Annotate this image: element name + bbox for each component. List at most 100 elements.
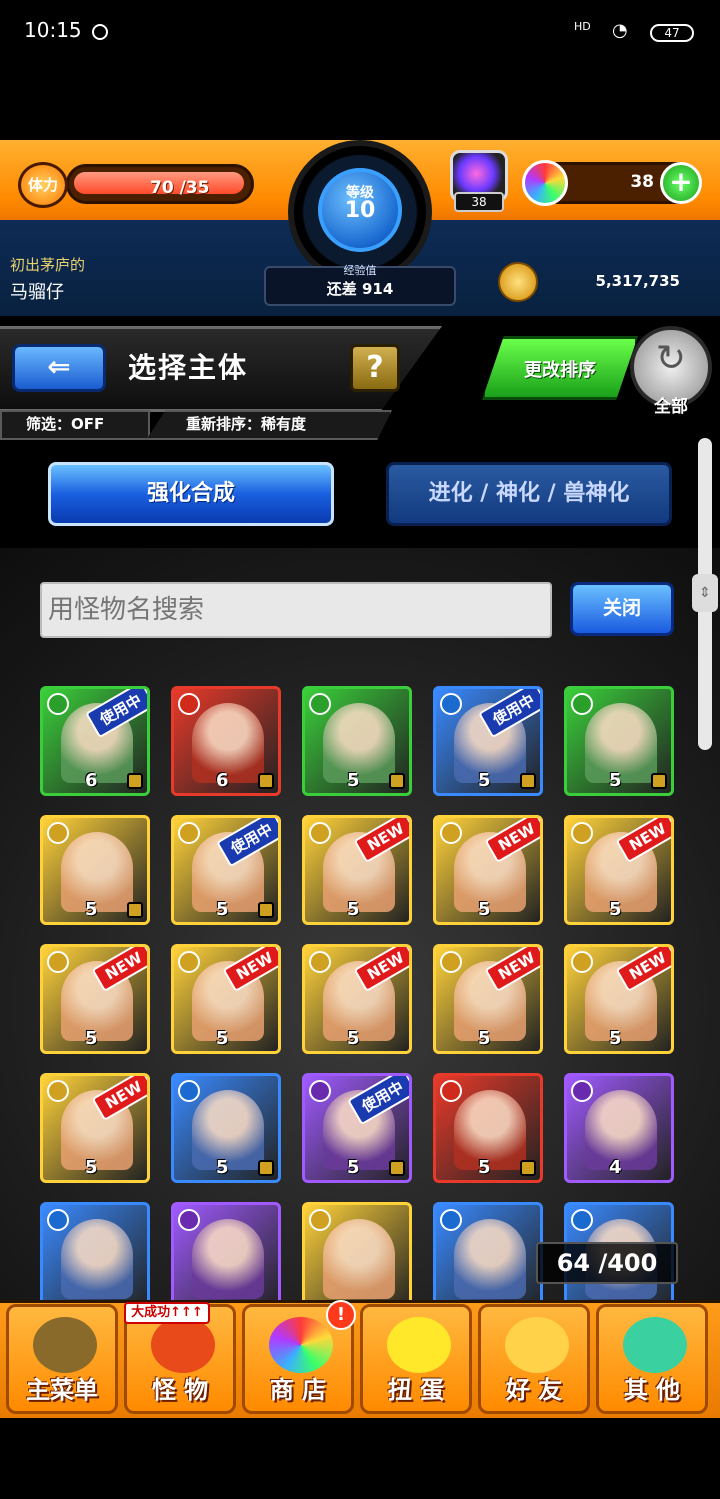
attribute-icon bbox=[571, 951, 593, 973]
monster-card[interactable]: 6 bbox=[171, 686, 281, 796]
page-title: 选择主体 bbox=[128, 351, 249, 384]
monster-card[interactable] bbox=[302, 1202, 412, 1312]
stamina-value: 70 /35 bbox=[150, 178, 210, 198]
monster-card[interactable]: 5 NEW bbox=[564, 944, 674, 1054]
player-name: 马骝仔 bbox=[10, 282, 64, 303]
chest-icon bbox=[33, 1317, 97, 1373]
tab-evolve[interactable]: 进化 / 神化 / 兽神化 bbox=[386, 462, 672, 526]
back-button[interactable]: ⇐ bbox=[12, 344, 106, 392]
attribute-icon bbox=[440, 1080, 462, 1102]
monster-card[interactable]: 5 bbox=[302, 686, 412, 796]
lock-icon bbox=[258, 902, 274, 918]
exp-value: 还差 914 bbox=[326, 280, 394, 298]
monster-level: 5 bbox=[85, 899, 98, 920]
monster-level: 5 bbox=[478, 770, 491, 791]
monster-portrait bbox=[61, 1219, 133, 1299]
monster-card[interactable]: 5 使用中 bbox=[433, 686, 543, 796]
sort-label: 重新排序：稀有度 bbox=[186, 415, 307, 433]
monster-card[interactable]: 5 NEW bbox=[433, 815, 543, 925]
monster-level: 5 bbox=[347, 770, 360, 791]
refresh-icon: ↻ bbox=[655, 338, 687, 379]
status-time: 10:15 bbox=[24, 18, 82, 42]
attribute-icon bbox=[571, 822, 593, 844]
monster-level: 5 bbox=[609, 770, 622, 791]
battery-indicator: 47 bbox=[650, 24, 694, 42]
monster-level: 5 bbox=[478, 899, 491, 920]
nav-label: 怪 物 bbox=[151, 1376, 209, 1404]
monster-card[interactable]: 5 bbox=[564, 686, 674, 796]
attribute-icon bbox=[571, 693, 593, 715]
alarm-clock-icon bbox=[92, 24, 108, 40]
show-all-label: 全部 bbox=[654, 397, 688, 417]
orb-count: 38 bbox=[630, 172, 654, 192]
monster-card[interactable]: 6 使用中 bbox=[40, 686, 150, 796]
monster-level: 5 bbox=[216, 1157, 229, 1178]
attribute-icon bbox=[309, 951, 331, 973]
attribute-icon bbox=[47, 1080, 69, 1102]
question-icon bbox=[623, 1317, 687, 1373]
monster-level: 5 bbox=[216, 1028, 229, 1049]
box-count: 64 /400 bbox=[536, 1242, 678, 1284]
wifi-icon: ◔ bbox=[612, 20, 628, 41]
egg-icon bbox=[387, 1317, 451, 1373]
monster-card[interactable]: 5 使用中 bbox=[171, 815, 281, 925]
change-sort-label: 更改排序 bbox=[524, 360, 596, 381]
monster-card[interactable]: 5 使用中 bbox=[302, 1073, 412, 1183]
monster-card[interactable]: 5 NEW bbox=[433, 944, 543, 1054]
attribute-icon bbox=[440, 1209, 462, 1231]
nav-item-5[interactable]: 其 他 bbox=[596, 1304, 708, 1414]
monster-level: 5 bbox=[609, 899, 622, 920]
monster-card[interactable]: 5 NEW bbox=[40, 1073, 150, 1183]
attribute-icon bbox=[440, 693, 462, 715]
tab-enhance[interactable]: 强化合成 bbox=[48, 462, 334, 526]
monster-level: 5 bbox=[609, 1028, 622, 1049]
shop-alert-badge: ! bbox=[326, 1300, 356, 1330]
help-button[interactable]: ? bbox=[350, 344, 400, 392]
add-orb-button[interactable]: + bbox=[660, 162, 702, 204]
monster-level: 5 bbox=[85, 1028, 98, 1049]
monster-card[interactable]: 5 bbox=[433, 1073, 543, 1183]
player-title: 初出茅庐的 bbox=[10, 256, 86, 274]
nav-item-3[interactable]: 扭 蛋 bbox=[360, 1304, 472, 1414]
monster-card[interactable]: 5 NEW bbox=[564, 815, 674, 925]
monster-level: 5 bbox=[347, 899, 360, 920]
lock-icon bbox=[258, 773, 274, 789]
nav-label: 商 店 bbox=[269, 1376, 327, 1404]
attribute-icon bbox=[47, 822, 69, 844]
attribute-icon bbox=[571, 1080, 593, 1102]
attribute-icon bbox=[178, 951, 200, 973]
attribute-icon bbox=[440, 822, 462, 844]
monster-level: 5 bbox=[478, 1028, 491, 1049]
lock-icon bbox=[127, 773, 143, 789]
monster-card[interactable] bbox=[171, 1202, 281, 1312]
attribute-icon bbox=[47, 951, 69, 973]
search-input[interactable] bbox=[40, 582, 552, 638]
stamina-icon: 体力 bbox=[18, 162, 68, 208]
monster-card[interactable]: 4 bbox=[564, 1073, 674, 1183]
nav-item-0[interactable]: 主菜单 bbox=[6, 1304, 118, 1414]
close-search-button[interactable]: 关闭 bbox=[570, 582, 674, 636]
monster-card[interactable] bbox=[433, 1202, 543, 1312]
monster-level: 6 bbox=[216, 770, 229, 791]
coin-value: 5,317,735 bbox=[595, 272, 680, 290]
scroll-handle[interactable]: ⇕ bbox=[692, 574, 718, 612]
attribute-icon bbox=[47, 693, 69, 715]
monster-card[interactable]: 5 bbox=[40, 815, 150, 925]
monster-list[interactable] bbox=[0, 548, 720, 1308]
monster-card[interactable]: 5 NEW bbox=[171, 944, 281, 1054]
attribute-icon bbox=[178, 1080, 200, 1102]
coin-icon bbox=[498, 262, 538, 302]
gem-count: 38 bbox=[454, 192, 504, 212]
attribute-icon bbox=[309, 1080, 331, 1102]
monster-card[interactable]: 5 bbox=[171, 1073, 281, 1183]
monster-card[interactable]: 5 NEW bbox=[302, 944, 412, 1054]
attribute-icon bbox=[47, 1209, 69, 1231]
monster-card[interactable]: 5 NEW bbox=[40, 944, 150, 1054]
nav-item-4[interactable]: 好 友 bbox=[478, 1304, 590, 1414]
monster-card[interactable] bbox=[40, 1202, 150, 1312]
monster-card[interactable]: 5 NEW bbox=[302, 815, 412, 925]
attribute-icon bbox=[571, 1209, 593, 1231]
great-success-banner: 大成功↑↑↑ bbox=[124, 1302, 210, 1324]
attribute-icon bbox=[309, 822, 331, 844]
attribute-icon bbox=[178, 693, 200, 715]
